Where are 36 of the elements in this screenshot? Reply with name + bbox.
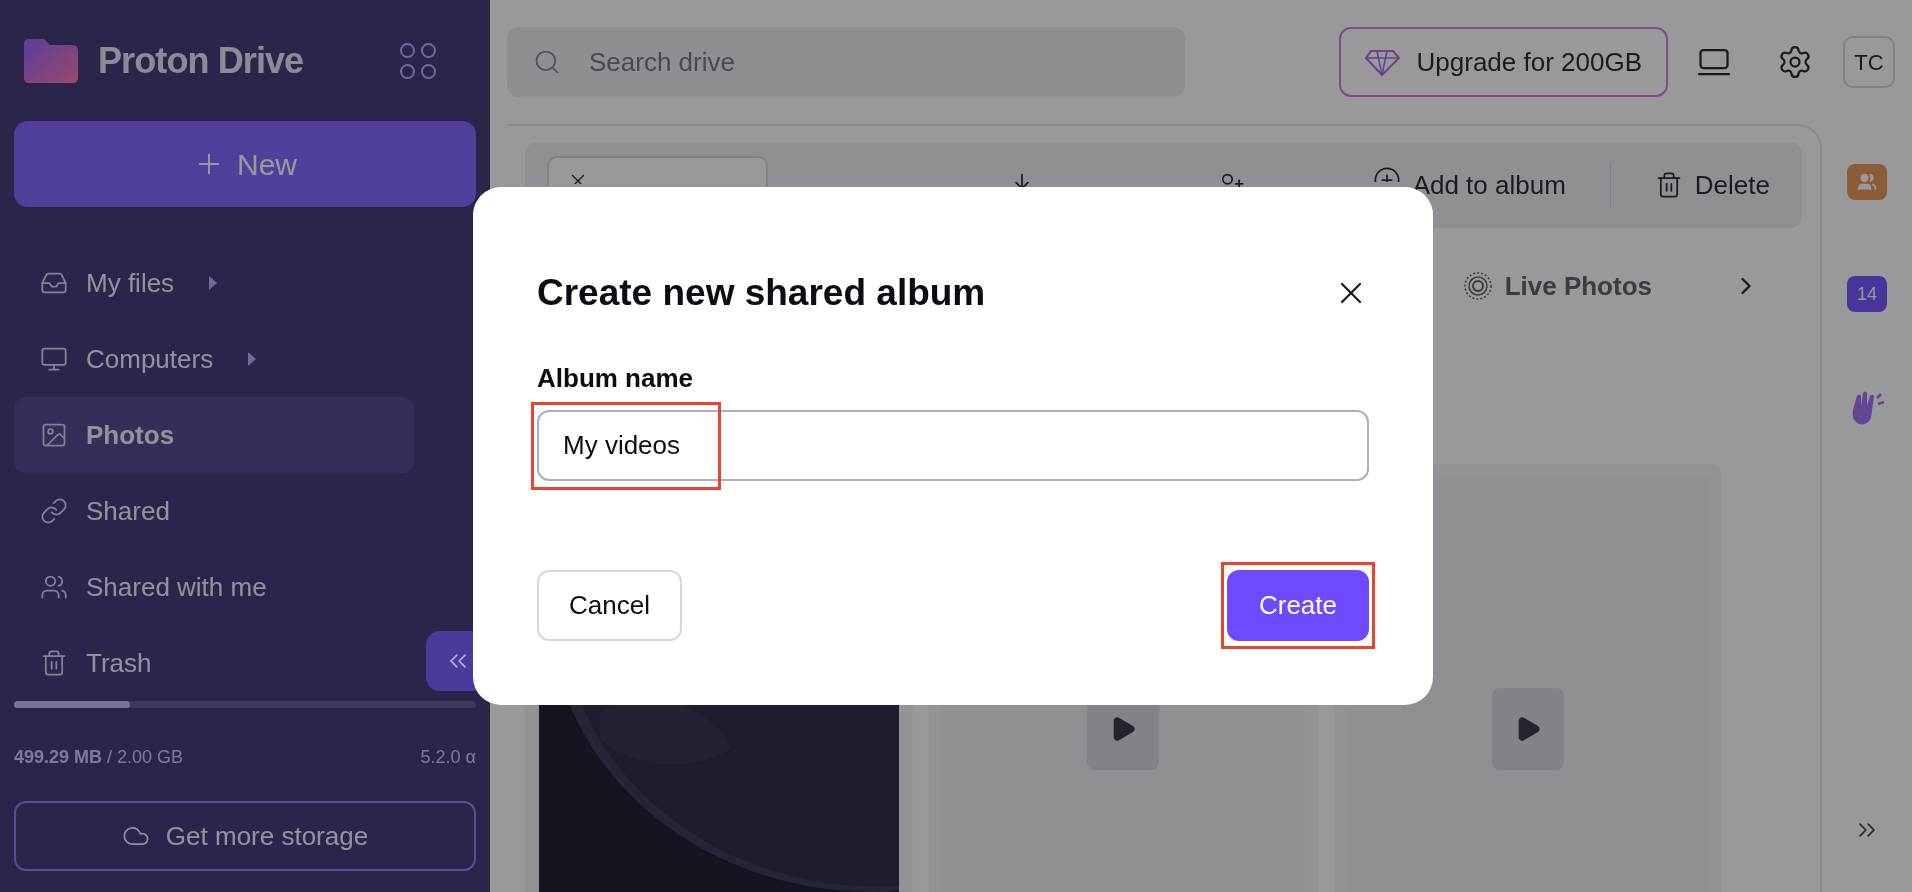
nav-item[interactable]: Photos (14, 397, 414, 473)
version-label: 5.2.0 α (420, 746, 476, 769)
trash-icon (40, 649, 68, 677)
image-icon (40, 421, 68, 449)
nav-item[interactable]: Trash (14, 625, 414, 701)
user-avatar[interactable]: TC (1843, 36, 1895, 88)
nav-item[interactable]: Computers (14, 321, 414, 397)
nav-item[interactable]: My files (14, 245, 414, 321)
search-icon (533, 48, 561, 76)
calendar-app-icon[interactable]: 14 (1847, 276, 1887, 312)
monitor-icon (40, 345, 68, 373)
upgrade-button[interactable]: Upgrade for 200GB (1338, 27, 1668, 97)
nav-item[interactable]: Shared with me (14, 549, 414, 625)
dialog-title: Create new shared album (537, 271, 986, 315)
get-storage-button[interactable]: Get more storage (14, 801, 476, 871)
field-label: Album name (537, 361, 695, 395)
video-file-icon (1491, 688, 1564, 770)
apps-grid-icon[interactable] (400, 42, 436, 79)
toolbar-action[interactable]: Add to album (1372, 165, 1566, 205)
cancel-button[interactable]: Cancel (537, 570, 682, 641)
diamond-icon (1364, 47, 1401, 77)
new-button[interactable]: New (14, 121, 476, 207)
link-icon (40, 497, 68, 525)
search-field[interactable]: Search drive (507, 27, 1185, 97)
people-icon (40, 573, 68, 601)
folder-logo-icon (22, 37, 80, 84)
filter-tab[interactable]: Live Photos (1462, 266, 1652, 306)
live-photo-icon (1462, 271, 1493, 301)
storage-usage: 499.29 MB / 2.00 GB (14, 746, 184, 769)
settings-icon[interactable] (1777, 44, 1813, 80)
toolbar-action[interactable]: Delete (1654, 165, 1770, 205)
people-icon (1857, 172, 1877, 192)
nav-item[interactable]: Shared (14, 473, 414, 549)
album-name-field[interactable]: My videos (537, 409, 1369, 481)
brand-name: Proton Drive (98, 38, 304, 83)
create-button[interactable]: Create (1226, 570, 1369, 641)
